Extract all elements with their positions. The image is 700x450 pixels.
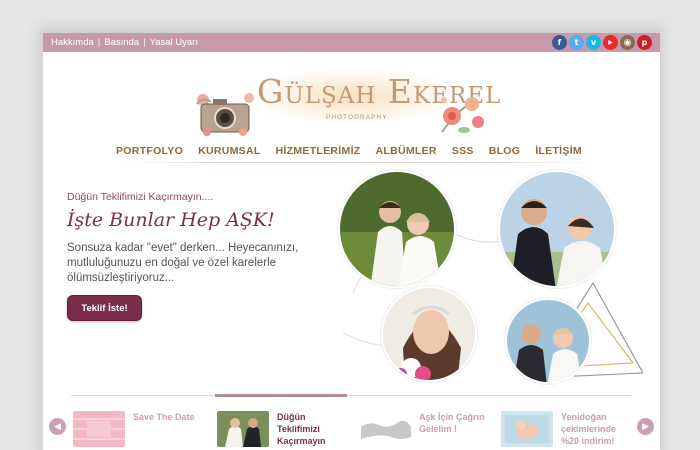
slide-ask-icin[interactable]: Aşk İçin Çağrın Gelelim ! <box>359 411 489 447</box>
chevron-left-icon[interactable]: ◀ <box>49 418 66 435</box>
slide-label: Save The Date <box>133 412 195 422</box>
slide-label: Yenidoğan çekimlerinde %20 indirim! <box>561 412 617 446</box>
slider-divider <box>71 395 631 396</box>
nav-blog[interactable]: BLOG <box>489 145 521 157</box>
link-yasal-uyari[interactable]: Yasal Uyarı <box>150 37 198 48</box>
top-links: Hakkımda | Basında | Yasal Uyarı <box>51 37 198 48</box>
couple-photo-1 <box>338 170 456 288</box>
hero-body: Sonsuza kadar "evet" derken... Heyecanın… <box>67 242 299 284</box>
nav-sss[interactable]: SSS <box>452 145 474 157</box>
slide-label: Aşk İçin Çağrın Gelelim ! <box>419 412 485 434</box>
separator: | <box>143 37 146 48</box>
nav-albumler[interactable]: ALBÜMLER <box>376 145 437 157</box>
social-icons: f t v ▶ ◉ p <box>552 35 652 50</box>
nav-divider <box>123 162 593 163</box>
nav-hizmetlerimiz[interactable]: HİZMETLERİMİZ <box>276 145 361 157</box>
camera-icon <box>196 93 254 136</box>
hero-kicker: Düğün Teklifimizi Kaçırmayın.... <box>67 191 214 203</box>
youtube-icon[interactable]: ▶ <box>603 35 618 50</box>
slide-thumbnail <box>359 411 411 447</box>
slide-yenidogan[interactable]: Yenidoğan çekimlerinde %20 indirim! <box>501 411 621 447</box>
link-basinda[interactable]: Basında <box>104 37 139 48</box>
chevron-right-icon[interactable]: ▶ <box>637 418 654 435</box>
slide-label: Düğün Teklifimizi Kaçırmayın <box>277 412 326 446</box>
couple-photo-3 <box>505 298 591 384</box>
main-nav: PORTFOLYO KURUMSAL HİZMETLERİMİZ ALBÜMLE… <box>43 145 660 157</box>
slide-thumbnail <box>217 411 269 447</box>
web-page: Hakkımda | Basında | Yasal Uyarı f t v ▶… <box>43 33 660 450</box>
slide-thumbnail <box>73 411 125 447</box>
request-offer-button[interactable]: Teklif İste! <box>67 295 142 321</box>
flower-icon <box>441 97 484 133</box>
nav-portfolyo[interactable]: PORTFOLYO <box>116 145 183 157</box>
slider-active-indicator <box>215 394 347 397</box>
vimeo-icon[interactable]: v <box>586 35 601 50</box>
slide-thumbnail <box>501 411 553 447</box>
nav-kurumsal[interactable]: KURUMSAL <box>198 145 260 157</box>
separator: | <box>97 37 101 48</box>
slide-save-the-date[interactable]: Save The Date <box>73 411 195 447</box>
link-hakkimda[interactable]: Hakkımda <box>51 37 94 48</box>
slide-dugun-teklifimizi[interactable]: Düğün Teklifimizi Kaçırmayın <box>217 411 335 447</box>
couple-photo-2 <box>498 170 616 288</box>
facebook-icon[interactable]: f <box>552 35 567 50</box>
instagram-icon[interactable]: ◉ <box>620 35 635 50</box>
bride-photo <box>381 286 477 382</box>
pinterest-icon[interactable]: p <box>637 35 652 50</box>
logo-subtitle: PHOTOGRAPHY <box>326 114 388 121</box>
site-header: Gülşah Ekerel PHOTOGRAPHY <box>43 52 660 144</box>
hero-title: İşte Bunlar Hep AŞK! <box>67 209 275 231</box>
twitter-icon[interactable]: t <box>569 35 584 50</box>
nav-iletisim[interactable]: İLETİŞİM <box>535 145 582 157</box>
top-bar: Hakkımda | Basında | Yasal Uyarı f t v ▶… <box>43 33 660 52</box>
